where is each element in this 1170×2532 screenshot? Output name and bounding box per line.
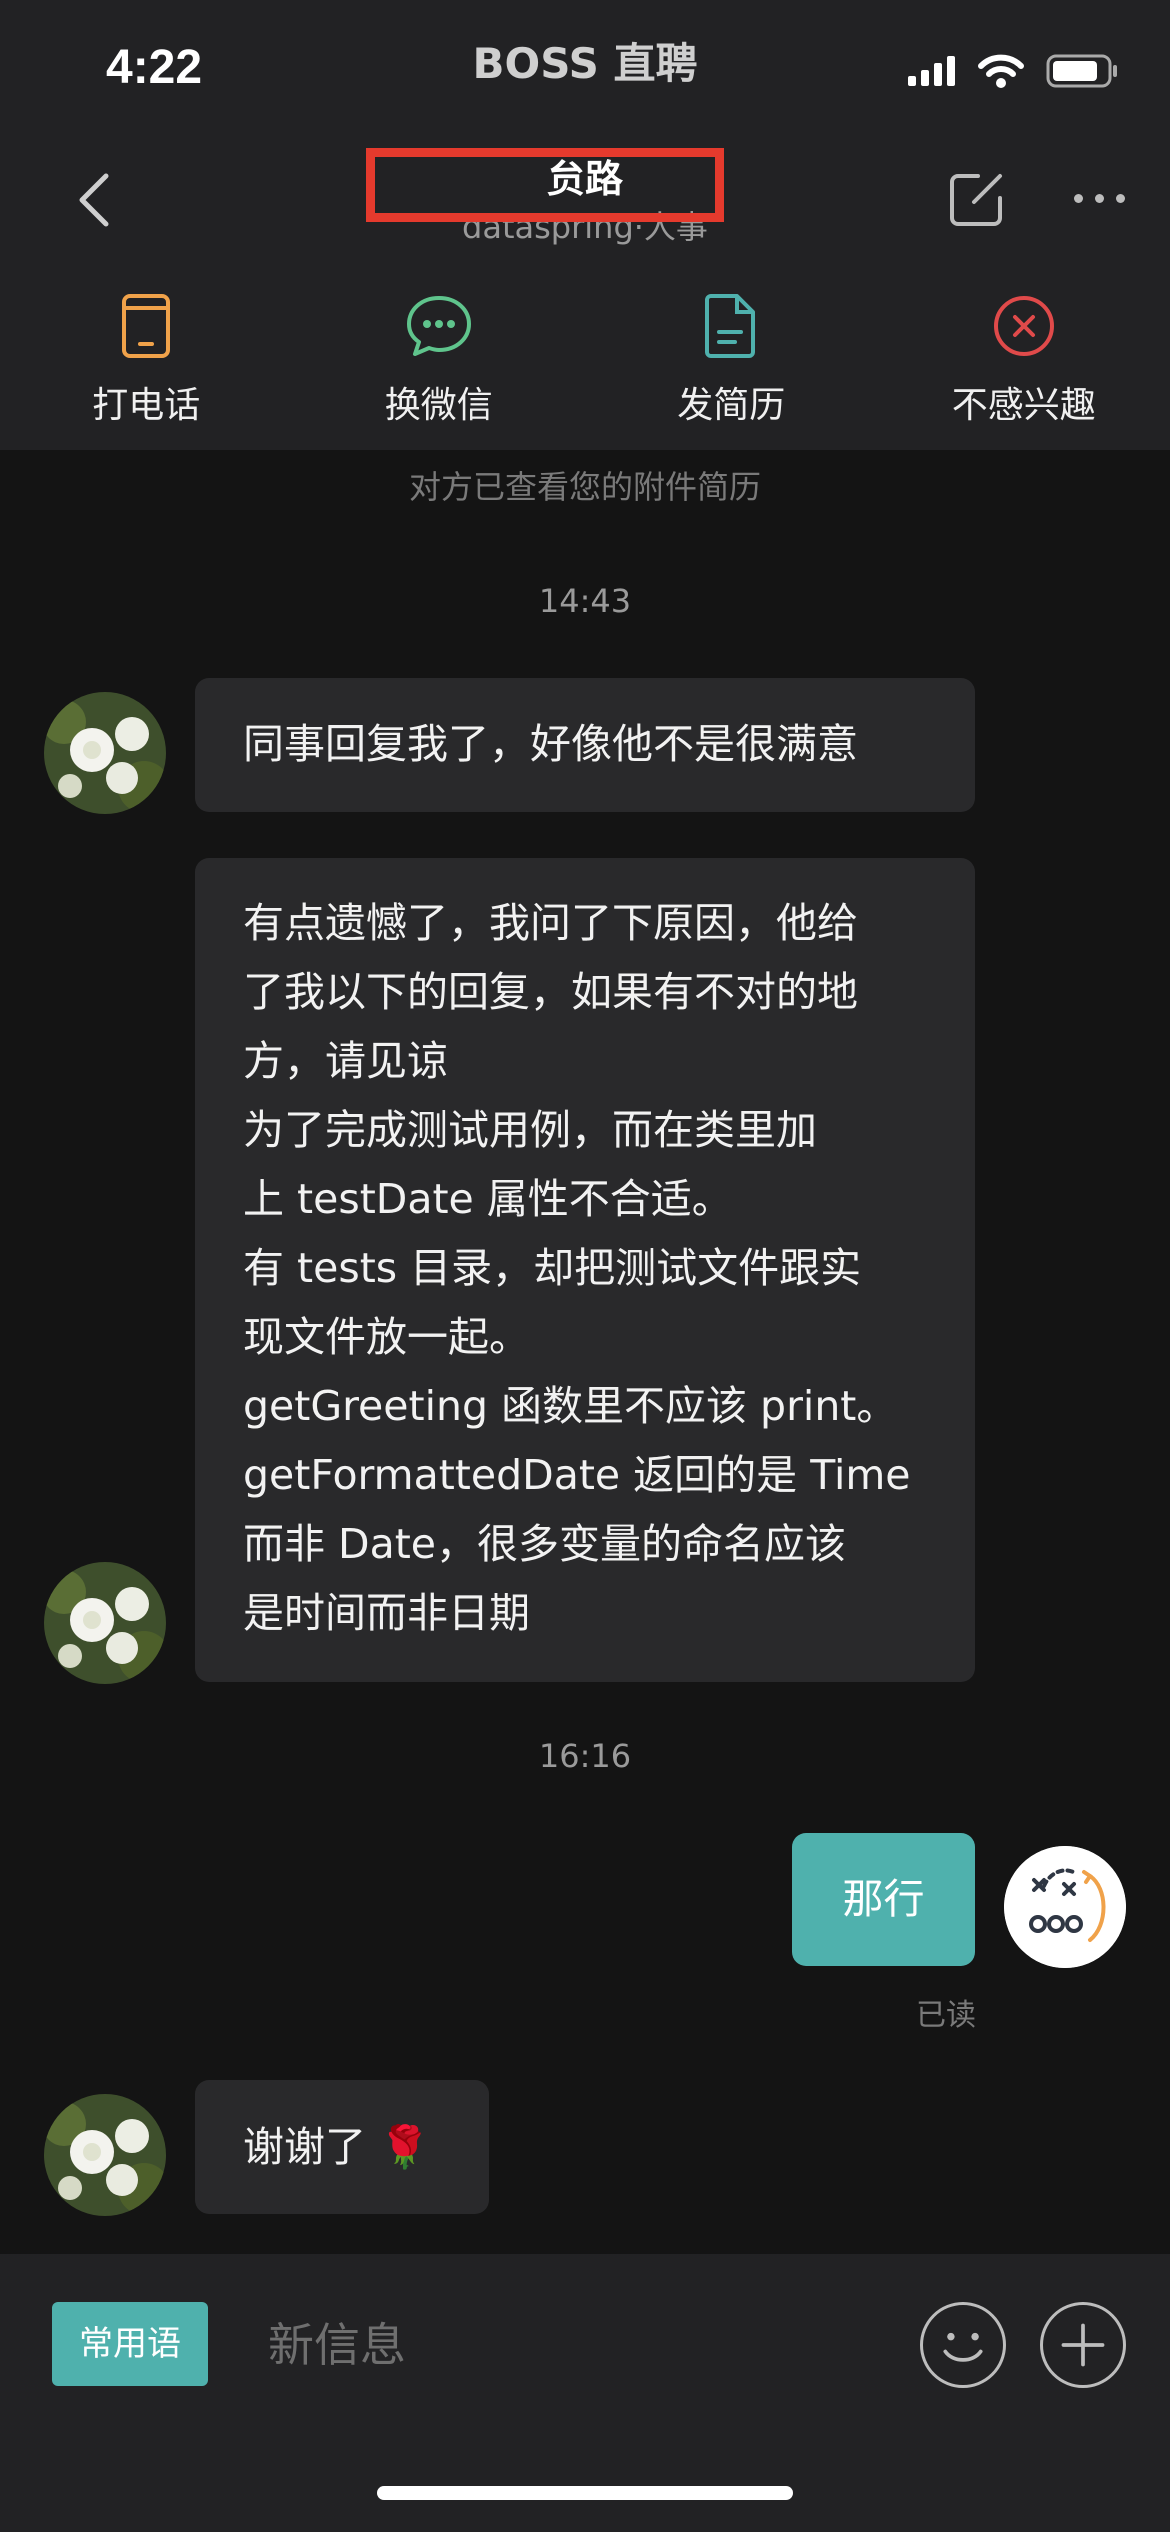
- call-label: 打电话: [92, 385, 201, 426]
- not-interested-label: 不感兴趣: [951, 385, 1096, 426]
- exchange-wechat-label: 换微信: [384, 385, 493, 426]
- timestamp: 14:43: [538, 582, 632, 620]
- exchange-wechat-button[interactable]: 换微信: [293, 260, 586, 450]
- message-bubble-them: 同事回复我了，好像他不是很满意: [195, 678, 975, 812]
- rose-emoji: 🌹: [379, 2123, 431, 2171]
- status-bar: 4:22 BOSS 直聘: [0, 0, 1170, 140]
- call-button[interactable]: 打电话: [0, 260, 293, 450]
- battery-icon: [1046, 54, 1117, 88]
- not-interested-button[interactable]: 不感兴趣: [878, 260, 1170, 450]
- message-input[interactable]: [268, 2310, 868, 2380]
- plus-icon[interactable]: [1040, 2302, 1126, 2388]
- read-status: 已读: [916, 1998, 976, 2033]
- action-bar: 打电话 换微信 发简历 不感兴趣: [0, 260, 1170, 450]
- send-resume-label: 发简历: [677, 385, 786, 426]
- contact-avatar[interactable]: [44, 692, 166, 814]
- close-circle-icon: [993, 296, 1054, 356]
- message-bubble-me: 那行: [792, 1833, 975, 1966]
- system-note: 对方已查看您的附件简历: [408, 468, 761, 506]
- home-indicator: [377, 2486, 793, 2500]
- send-resume-button[interactable]: 发简历: [585, 260, 878, 450]
- chat-header: 贠路 dataspring·人事: [0, 140, 1170, 260]
- wechat-icon: [406, 296, 471, 356]
- common-phrases-button[interactable]: 常用语: [52, 2302, 208, 2386]
- message-line: getGreeting 函数里不应该 print。: [243, 1382, 898, 1430]
- message-line: 同事回复我了，好像他不是很满意: [243, 720, 858, 768]
- message-text: 谢谢了 🌹: [243, 2123, 431, 2171]
- more-options-icon[interactable]: [1074, 194, 1125, 203]
- wifi-icon: [978, 54, 1024, 88]
- message-line: 而非 Date，很多变量的命名应该: [243, 1520, 847, 1568]
- timestamp: 16:16: [538, 1737, 632, 1775]
- emoji-icon[interactable]: [920, 2302, 1006, 2388]
- message-bubble-them: 谢谢了 🌹: [195, 2080, 489, 2214]
- my-avatar[interactable]: [1004, 1846, 1126, 1968]
- contact-avatar[interactable]: [44, 1562, 166, 1684]
- message-bubble-them: 有点遗憾了，我问了下原因，他给 了我以下的回复，如果有不对的地 方，请见谅 为了…: [195, 858, 975, 1682]
- message-line: 为了完成测试用例，而在类里加: [243, 1106, 817, 1154]
- message-line: 有点遗憾了，我问了下原因，他给: [243, 899, 858, 947]
- message-line: 上 testDate 属性不合适。: [243, 1175, 733, 1223]
- redaction-box: [366, 148, 724, 222]
- phone-icon: [122, 294, 171, 358]
- message-line: 了我以下的回复，如果有不对的地: [243, 968, 858, 1016]
- signal-icon: [908, 56, 955, 86]
- edit-note-icon[interactable]: [948, 170, 1006, 228]
- resume-file-icon: [705, 294, 756, 358]
- status-icons: [908, 54, 1118, 88]
- message-line: 是时间而非日期: [243, 1589, 530, 1637]
- message-line: getFormattedDate 返回的是 Time: [243, 1451, 911, 1499]
- message-line: 方，请见谅: [243, 1037, 448, 1085]
- message-line: 现文件放一起。: [243, 1313, 530, 1361]
- contact-avatar[interactable]: [44, 2094, 166, 2216]
- message-line: 有 tests 目录，却把测试文件跟实: [243, 1244, 862, 1292]
